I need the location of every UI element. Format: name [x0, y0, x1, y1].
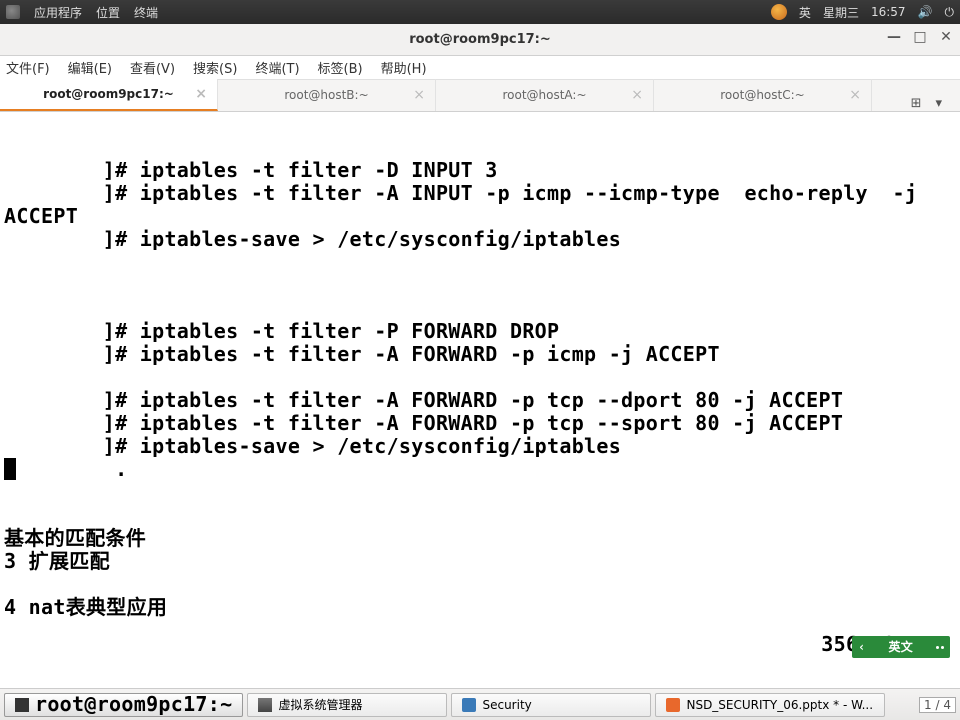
task-label: NSD_SECURITY_06.pptx * - W...: [686, 698, 873, 712]
workspace-switcher[interactable]: 1 / 4: [919, 697, 956, 713]
vmm-icon: [258, 698, 272, 712]
folder-icon: [462, 698, 476, 712]
tab-hosta[interactable]: root@hostA:~ ×: [436, 79, 654, 111]
menu-edit[interactable]: 编辑(E): [68, 58, 112, 77]
tab-overflow-icon[interactable]: ▾: [935, 96, 942, 111]
tab-label: root@room9pc17:~: [10, 87, 207, 101]
window-titlebar: root@room9pc17:~ — □ ✕: [0, 24, 960, 56]
volume-icon[interactable]: 🔊: [918, 5, 933, 19]
power-icon[interactable]: ⏻: [945, 5, 955, 20]
terminal-body[interactable]: ]# iptables -t filter -D INPUT 3 ]# ipta…: [0, 112, 960, 664]
menu-search[interactable]: 搜索(S): [193, 58, 237, 77]
menubar: 文件(F) 编辑(E) 查看(V) 搜索(S) 终端(T) 标签(B) 帮助(H…: [0, 56, 960, 80]
maximize-button[interactable]: □: [912, 29, 928, 45]
tab-hostb[interactable]: root@hostB:~ ×: [218, 79, 436, 111]
input-lang-indicator[interactable]: 英: [799, 4, 811, 21]
close-button[interactable]: ✕: [938, 29, 954, 45]
tab-label: root@hostC:~: [664, 88, 861, 102]
tab-extras: ⊞ ▾: [911, 96, 950, 111]
text-cursor: [4, 458, 16, 480]
task-label: Security: [482, 698, 531, 712]
ime-more-icon[interactable]: [936, 646, 944, 649]
terminal-icon: [15, 698, 29, 712]
gnome-foot-icon[interactable]: [6, 5, 20, 19]
tab-label: root@hostA:~: [446, 88, 643, 102]
tab-close-icon[interactable]: ×: [849, 87, 861, 103]
ime-indicator[interactable]: ‹ 英文: [852, 636, 950, 658]
minimize-button[interactable]: —: [886, 29, 902, 45]
window-title: root@room9pc17:~: [409, 32, 551, 47]
panel-right: 英 星期三 16:57 🔊 ⏻: [771, 4, 954, 21]
wps-icon: [666, 698, 680, 712]
menu-tabs[interactable]: 标签(B): [318, 58, 363, 77]
panel-left: 应用程序 位置 终端: [6, 4, 158, 21]
tab-label: root@hostB:~: [228, 88, 425, 102]
top-panel: 应用程序 位置 终端 英 星期三 16:57 🔊 ⏻: [0, 0, 960, 24]
tab-close-icon[interactable]: ×: [631, 87, 643, 103]
task-wps[interactable]: NSD_SECURITY_06.pptx * - W...: [655, 693, 885, 717]
menu-terminal[interactable]: 终端: [134, 4, 158, 21]
menu-apps[interactable]: 应用程序: [34, 4, 82, 21]
new-tab-icon[interactable]: ⊞: [911, 96, 922, 111]
task-security[interactable]: Security: [451, 693, 651, 717]
menu-term[interactable]: 终端(T): [255, 58, 299, 77]
term-lines: ]# iptables -t filter -D INPUT 3 ]# ipta…: [4, 158, 930, 619]
menu-file[interactable]: 文件(F): [6, 58, 50, 77]
update-icon[interactable]: [771, 4, 787, 20]
tab-hostc[interactable]: root@hostC:~ ×: [654, 79, 872, 111]
menu-places[interactable]: 位置: [96, 4, 120, 21]
task-terminal[interactable]: root@room9pc17:~: [4, 693, 243, 717]
ime-label: 英文: [888, 636, 913, 659]
task-vmm[interactable]: 虚拟系统管理器: [247, 693, 447, 717]
task-label: 虚拟系统管理器: [278, 696, 362, 713]
menu-help[interactable]: 帮助(H): [381, 58, 427, 77]
tabbar: root@room9pc17:~ × root@hostB:~ × root@h…: [0, 80, 960, 112]
menu-view[interactable]: 查看(V): [130, 58, 175, 77]
window-controls: — □ ✕: [886, 29, 954, 45]
workspace-pages: 1 / 4: [919, 697, 956, 713]
taskbar: root@room9pc17:~ 虚拟系统管理器 Security NSD_SE…: [0, 688, 960, 720]
panel-date[interactable]: 星期三: [823, 4, 859, 21]
tab-room9pc17[interactable]: root@room9pc17:~ ×: [0, 79, 218, 111]
tab-close-icon[interactable]: ×: [413, 87, 425, 103]
ime-prev-icon[interactable]: ‹: [858, 636, 866, 659]
panel-time[interactable]: 16:57: [871, 5, 906, 19]
task-label: root@room9pc17:~: [35, 693, 232, 716]
tab-close-icon[interactable]: ×: [195, 86, 207, 102]
